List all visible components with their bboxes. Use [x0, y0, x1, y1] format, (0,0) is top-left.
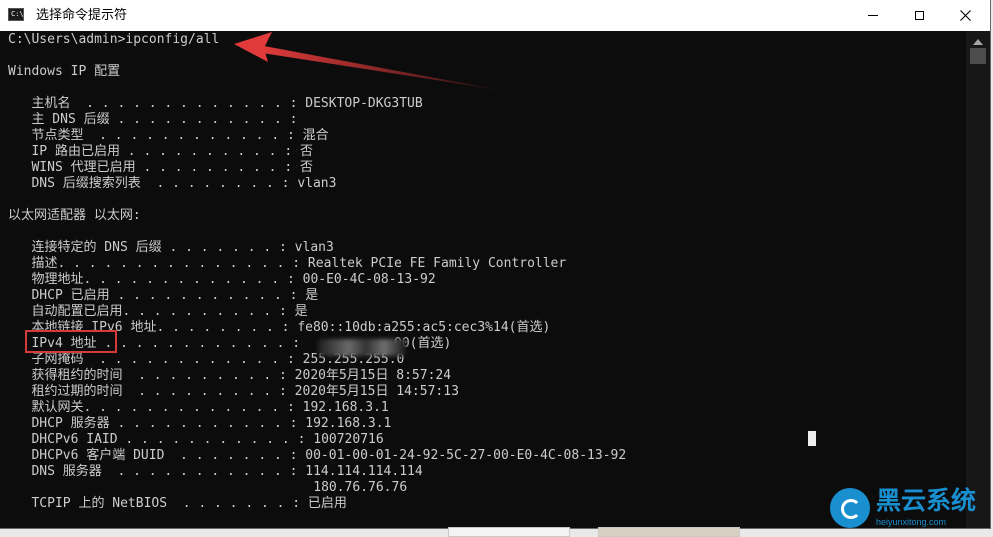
minimize-icon — [868, 15, 878, 16]
console-line: 节点类型 . . . . . . . . . . . . : 混合 — [8, 128, 329, 143]
console-line: 连接特定的 DNS 后缀 . . . . . . . : vlan3 — [8, 240, 334, 255]
watermark-url: heiyunxitong.com — [876, 517, 947, 527]
console-output[interactable]: C:\Users\admin>ipconfig/all Windows IP 配… — [0, 31, 966, 528]
console-line: DHCP 已启用 . . . . . . . . . . . : 是 — [8, 288, 319, 303]
window-title: 选择命令提示符 — [36, 7, 128, 22]
console-line: TCPIP 上的 NetBIOS . . . . . . . : 已启用 — [8, 496, 347, 511]
minimize-button[interactable] — [850, 0, 896, 31]
console-line: 描述. . . . . . . . . . . . . . . : Realte… — [8, 256, 567, 271]
close-button[interactable] — [942, 0, 988, 31]
console-line: DNS 服务器 . . . . . . . . . . . : 114.114.… — [8, 464, 423, 479]
title-bar[interactable]: C:\ 选择命令提示符 — [0, 0, 990, 31]
console-line: 自动配置已启用. . . . . . . . . . : 是 — [8, 304, 308, 319]
watermark-logo-icon — [830, 488, 870, 528]
watermark-name: 黑云系统 — [876, 487, 977, 515]
console-line: DNS 后缀搜索列表 . . . . . . . . : vlan3 — [8, 176, 337, 191]
console-line: WINS 代理已启用 . . . . . . . . . : 否 — [8, 160, 313, 175]
console-line: 主机名 . . . . . . . . . . . . . : DESKTOP-… — [8, 96, 423, 111]
cmd-app-icon[interactable]: C:\ — [8, 8, 24, 21]
redacted-ip-blur — [318, 339, 406, 356]
console-line: Windows IP 配置 — [8, 64, 121, 79]
console-line: 以太网适配器 以太网: — [8, 208, 141, 223]
console-line: C:\Users\admin>ipconfig/all — [8, 32, 220, 47]
console-line: 物理地址. . . . . . . . . . . . . : 00-E0-4C… — [8, 272, 436, 287]
text-cursor — [808, 431, 816, 446]
cmd-app-icon-label: C:\ — [11, 10, 24, 18]
maximize-icon — [914, 11, 924, 20]
console-line: DHCP 服务器 . . . . . . . . . . . : 192.168… — [8, 416, 392, 431]
console-line: DHCPv6 客户端 DUID . . . . . . . : 00-01-00… — [8, 448, 627, 463]
console-line: 默认网关. . . . . . . . . . . . . : 192.168.… — [8, 400, 389, 415]
background-image-fragment — [598, 527, 740, 537]
close-icon — [959, 10, 971, 21]
scroll-up-arrow-icon[interactable] — [973, 39, 983, 45]
scrollbar-thumb[interactable] — [970, 48, 986, 64]
maximize-button[interactable] — [896, 0, 942, 31]
vertical-scrollbar[interactable] — [966, 31, 990, 528]
command-prompt-window: C:\ 选择命令提示符 C:\Users\admin>ipconfig/all … — [0, 0, 991, 529]
site-watermark: 黑云系统 heiyunxitong.com — [826, 486, 992, 533]
console-line: DHCPv6 IAID . . . . . . . . . . . : 1007… — [8, 432, 384, 447]
console-line: 租约过期的时间 . . . . . . . . . : 2020年5月15日 1… — [8, 384, 459, 399]
console-line: 获得租约的时间 . . . . . . . . . : 2020年5月15日 8… — [8, 368, 452, 383]
ipv4-highlight-box — [25, 330, 117, 353]
console-line: IP 路由已启用 . . . . . . . . . . : 否 — [8, 144, 313, 159]
background-window-fragment — [448, 527, 570, 537]
console-line: 主 DNS 后缀 . . . . . . . . . . . : — [8, 112, 298, 127]
console-line: 180.76.76.76 — [8, 480, 408, 495]
